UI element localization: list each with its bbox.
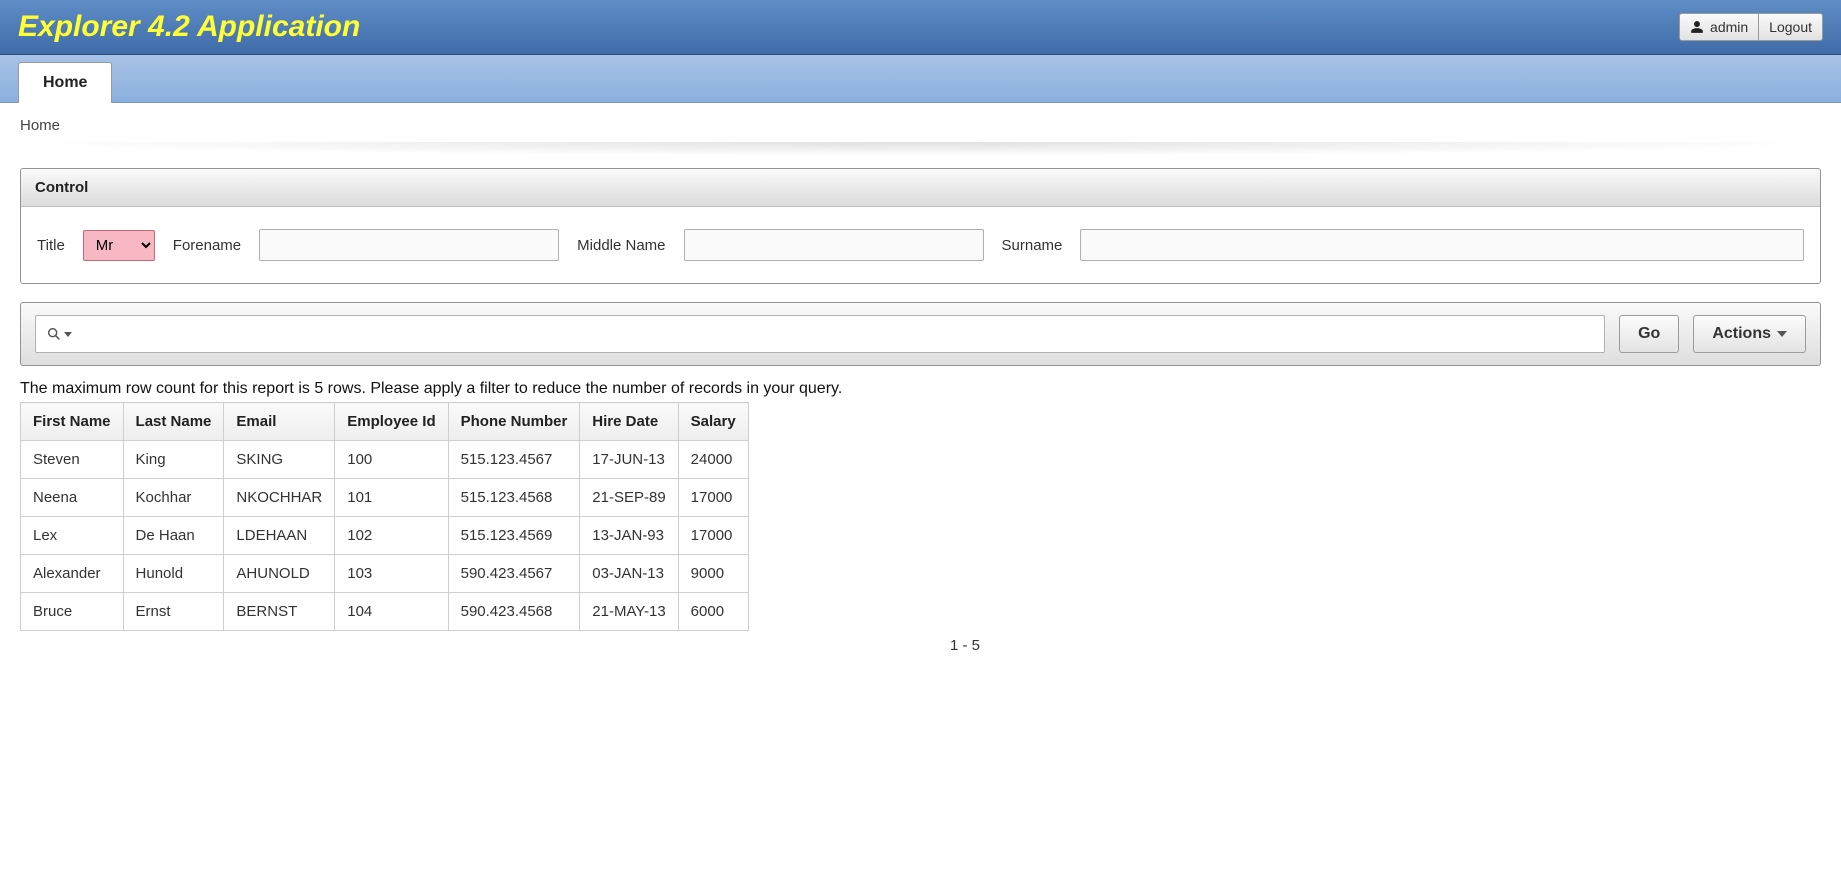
control-panel-header: Control <box>21 169 1820 207</box>
cell-salary: 17000 <box>678 517 748 555</box>
divider-shadow <box>0 142 1841 156</box>
cell-last-name: De Haan <box>123 517 224 555</box>
pager-text: 1 - 5 <box>20 637 980 654</box>
forename-label: Forename <box>173 237 241 254</box>
cell-phone: 515.123.4569 <box>448 517 580 555</box>
cell-employee-id: 102 <box>335 517 448 555</box>
col-salary[interactable]: Salary <box>678 403 748 441</box>
cell-first-name: Alexander <box>21 555 124 593</box>
breadcrumb-home[interactable]: Home <box>20 117 60 134</box>
cell-phone: 590.423.4568 <box>448 593 580 631</box>
control-panel: Control Title Mr Forename Middle Name Su… <box>20 168 1821 284</box>
surname-label: Surname <box>1002 237 1063 254</box>
user-icon <box>1690 20 1704 34</box>
cell-phone: 590.423.4567 <box>448 555 580 593</box>
col-hire-date[interactable]: Hire Date <box>580 403 678 441</box>
cell-last-name: Hunold <box>123 555 224 593</box>
cell-hire-date: 17-JUN-13 <box>580 441 678 479</box>
middlename-input[interactable] <box>684 229 984 261</box>
table-row: Steven King SKING 100 515.123.4567 17-JU… <box>21 441 749 479</box>
cell-last-name: King <box>123 441 224 479</box>
cell-first-name: Steven <box>21 441 124 479</box>
tab-home[interactable]: Home <box>18 62 112 103</box>
col-email[interactable]: Email <box>224 403 335 441</box>
search-box <box>35 315 1605 353</box>
search-input[interactable] <box>80 325 1594 343</box>
tab-strip: Home <box>0 55 1841 103</box>
cell-employee-id: 104 <box>335 593 448 631</box>
table-row: Bruce Ernst BERNST 104 590.423.4568 21-M… <box>21 593 749 631</box>
cell-hire-date: 21-SEP-89 <box>580 479 678 517</box>
cell-last-name: Ernst <box>123 593 224 631</box>
table-header-row: First Name Last Name Email Employee Id P… <box>21 403 749 441</box>
app-title: Explorer 4.2 Application <box>18 10 360 44</box>
search-column-picker[interactable] <box>46 326 72 342</box>
cell-email: SKING <box>224 441 335 479</box>
cell-email: NKOCHHAR <box>224 479 335 517</box>
report-table: First Name Last Name Email Employee Id P… <box>20 402 749 631</box>
app-header: Explorer 4.2 Application admin Logout <box>0 0 1841 55</box>
cell-employee-id: 103 <box>335 555 448 593</box>
title-label: Title <box>37 237 65 254</box>
cell-hire-date: 21-MAY-13 <box>580 593 678 631</box>
content-area: Control Title Mr Forename Middle Name Su… <box>0 168 1841 694</box>
cell-first-name: Lex <box>21 517 124 555</box>
middlename-label: Middle Name <box>577 237 665 254</box>
col-employee-id[interactable]: Employee Id <box>335 403 448 441</box>
cell-employee-id: 101 <box>335 479 448 517</box>
cell-employee-id: 100 <box>335 441 448 479</box>
chevron-down-icon <box>1777 331 1787 337</box>
title-select[interactable]: Mr <box>83 230 155 261</box>
cell-last-name: Kochhar <box>123 479 224 517</box>
user-button[interactable]: admin <box>1679 13 1759 41</box>
cell-salary: 17000 <box>678 479 748 517</box>
chevron-down-icon <box>64 332 72 337</box>
go-button[interactable]: Go <box>1619 315 1679 353</box>
logout-button[interactable]: Logout <box>1759 13 1823 41</box>
table-row: Neena Kochhar NKOCHHAR 101 515.123.4568 … <box>21 479 749 517</box>
cell-first-name: Neena <box>21 479 124 517</box>
search-actions-bar: Go Actions <box>20 302 1821 366</box>
table-row: Alexander Hunold AHUNOLD 103 590.423.456… <box>21 555 749 593</box>
surname-input[interactable] <box>1080 229 1804 261</box>
cell-first-name: Bruce <box>21 593 124 631</box>
cell-phone: 515.123.4567 <box>448 441 580 479</box>
report-message: The maximum row count for this report is… <box>20 380 1821 398</box>
cell-hire-date: 03-JAN-13 <box>580 555 678 593</box>
cell-salary: 9000 <box>678 555 748 593</box>
col-last-name[interactable]: Last Name <box>123 403 224 441</box>
cell-email: AHUNOLD <box>224 555 335 593</box>
cell-email: BERNST <box>224 593 335 631</box>
actions-label: Actions <box>1712 325 1771 343</box>
table-row: Lex De Haan LDEHAAN 102 515.123.4569 13-… <box>21 517 749 555</box>
col-first-name[interactable]: First Name <box>21 403 124 441</box>
cell-salary: 24000 <box>678 441 748 479</box>
actions-button[interactable]: Actions <box>1693 315 1806 353</box>
cell-hire-date: 13-JAN-93 <box>580 517 678 555</box>
search-icon <box>46 326 62 342</box>
user-label: admin <box>1710 19 1748 35</box>
cell-salary: 6000 <box>678 593 748 631</box>
col-phone[interactable]: Phone Number <box>448 403 580 441</box>
forename-input[interactable] <box>259 229 559 261</box>
breadcrumb: Home <box>0 103 1841 142</box>
control-panel-body: Title Mr Forename Middle Name Surname <box>21 207 1820 283</box>
cell-phone: 515.123.4568 <box>448 479 580 517</box>
cell-email: LDEHAAN <box>224 517 335 555</box>
header-right-buttons: admin Logout <box>1679 13 1823 41</box>
